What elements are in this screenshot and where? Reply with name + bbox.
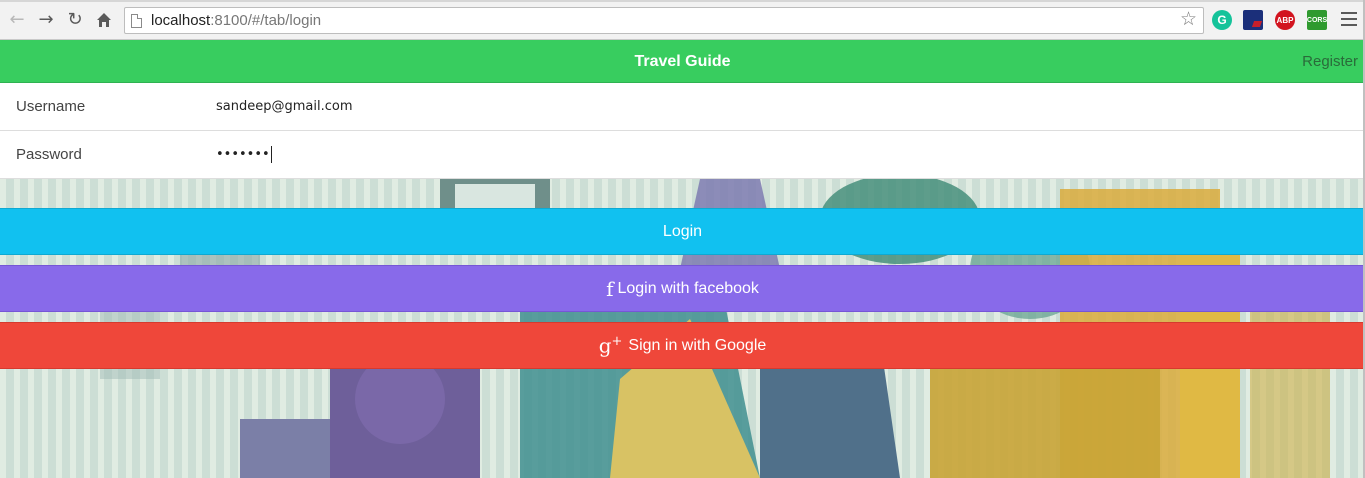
facebook-button-label: Login with facebook — [617, 279, 759, 297]
username-input[interactable]: sandeep@gmail.com — [216, 99, 352, 114]
facebook-login-button[interactable]: f Login with facebook — [0, 265, 1365, 312]
url-path: :8100/#/tab/login — [210, 12, 322, 29]
flag-extension-icon[interactable] — [1243, 10, 1263, 30]
grammarly-extension-icon[interactable]: G — [1212, 10, 1232, 30]
tab-strip — [0, 0, 1365, 2]
browser-toolbar: ← → ↻ localhost:8100/#/tab/login ☆ G ABP… — [0, 0, 1365, 40]
reload-icon[interactable]: ↻ — [65, 10, 85, 30]
header-bar: Travel Guide Register — [0, 40, 1365, 83]
page-title: Travel Guide — [634, 53, 731, 70]
forward-arrow-icon[interactable]: → — [36, 10, 56, 30]
google-signin-button[interactable]: g+ Sign in with Google — [0, 322, 1365, 369]
back-arrow-icon[interactable]: ← — [7, 10, 27, 30]
home-icon[interactable] — [94, 10, 114, 30]
bookmark-star-icon[interactable]: ☆ — [1180, 10, 1197, 29]
username-row[interactable]: Username sandeep@gmail.com — [0, 83, 1365, 131]
password-mask: ••••••• — [216, 147, 270, 162]
text-caret — [270, 146, 272, 163]
google-plus-icon: g+ — [598, 333, 623, 358]
password-label: Password — [16, 146, 82, 163]
adblock-plus-extension-icon[interactable]: ABP — [1275, 10, 1295, 30]
login-button-label: Login — [662, 222, 703, 240]
cors-extension-icon[interactable]: CORS — [1307, 10, 1327, 30]
browser-menu-icon[interactable] — [1341, 12, 1357, 26]
url-host: localhost — [151, 12, 211, 29]
login-button[interactable]: Login — [0, 208, 1365, 255]
facebook-icon: f — [606, 276, 614, 301]
page-icon — [131, 13, 142, 28]
app-view: Travel Guide Register Username sandeep@g… — [0, 40, 1365, 478]
login-form: Username sandeep@gmail.com Password ••••… — [0, 83, 1365, 179]
address-bar[interactable]: localhost:8100/#/tab/login ☆ — [124, 7, 1204, 34]
password-row[interactable]: Password ••••••• — [0, 131, 1365, 179]
register-button[interactable]: Register — [1302, 40, 1358, 83]
username-label: Username — [16, 98, 86, 115]
google-button-label: Sign in with Google — [628, 336, 767, 354]
password-input[interactable]: ••••••• — [216, 146, 272, 163]
